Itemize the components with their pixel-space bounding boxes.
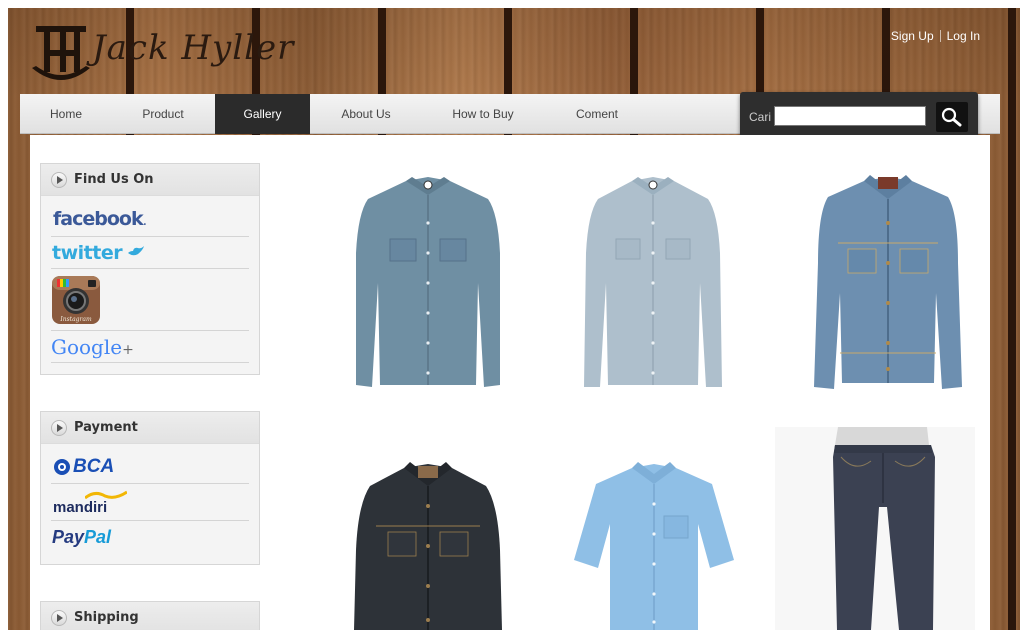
svg-text:Instagram: Instagram <box>59 316 92 323</box>
play-arrow-icon <box>51 610 67 626</box>
payment-title: Payment <box>74 420 138 435</box>
instagram-link[interactable]: Instagram <box>51 269 249 331</box>
twitter-bird-icon <box>128 246 145 256</box>
nav-coment[interactable]: Coment <box>550 94 644 134</box>
search-button[interactable] <box>936 102 968 132</box>
find-us-box: Find Us On facebook. twitter Instagram G… <box>40 163 260 375</box>
payment-header[interactable]: Payment <box>41 412 259 444</box>
facebook-link[interactable]: facebook. <box>51 196 249 237</box>
search-input[interactable] <box>774 106 926 126</box>
twitter-logo: twitter <box>52 242 145 264</box>
instagram-icon: Instagram <box>52 276 100 324</box>
product-dark-denim-jacket[interactable] <box>348 460 508 630</box>
product-oxford-shirt[interactable] <box>572 460 737 630</box>
find-us-title: Find Us On <box>74 172 154 187</box>
account-links: Sign Up Log In <box>891 29 980 43</box>
paypal-payment: PayPal <box>51 521 249 557</box>
nav-gallery[interactable]: Gallery <box>215 94 310 134</box>
product-light-blue-shirt[interactable] <box>578 173 728 393</box>
search-icon <box>941 107 962 127</box>
jh-monogram-icon <box>32 26 90 80</box>
play-arrow-icon <box>51 420 67 436</box>
login-link[interactable]: Log In <box>947 29 980 43</box>
shipping-box: Shipping <box>40 601 260 630</box>
bca-emblem-icon <box>54 459 70 475</box>
product-chambray-shirt[interactable] <box>348 173 508 393</box>
nav-about-us[interactable]: About Us <box>320 94 412 134</box>
google-plus-logo: Google+ <box>51 335 134 359</box>
link-divider <box>939 30 941 42</box>
brand-logo[interactable]: Jack Hyller <box>30 20 293 90</box>
find-us-header[interactable]: Find Us On <box>41 164 259 196</box>
google-plus-link[interactable]: Google+ <box>51 331 249 363</box>
search-label: Cari <box>749 110 772 124</box>
play-arrow-icon <box>51 172 67 188</box>
bca-payment: BCA <box>51 444 249 484</box>
payment-box: Payment BCA mandiri PayPal <box>40 411 260 565</box>
shipping-title: Shipping <box>74 610 139 625</box>
nav-product[interactable]: Product <box>116 94 210 134</box>
shipping-header[interactable]: Shipping <box>41 602 259 630</box>
twitter-link[interactable]: twitter <box>51 237 249 269</box>
product-denim-jacket[interactable] <box>808 173 968 395</box>
product-dark-jeans[interactable] <box>775 427 975 630</box>
mandiri-payment: mandiri <box>51 484 249 521</box>
nav-how-to-buy[interactable]: How to Buy <box>436 94 530 134</box>
nav-home[interactable]: Home <box>20 94 112 134</box>
mandiri-logo: mandiri <box>53 499 108 516</box>
brand-name: Jack Hyller <box>92 28 295 68</box>
bca-logo: BCA <box>73 456 115 477</box>
content-panel: Find Us On facebook. twitter Instagram G… <box>30 135 990 630</box>
facebook-logo: facebook. <box>53 208 148 230</box>
paypal-logo: PayPal <box>52 527 112 547</box>
signup-link[interactable]: Sign Up <box>891 29 934 43</box>
